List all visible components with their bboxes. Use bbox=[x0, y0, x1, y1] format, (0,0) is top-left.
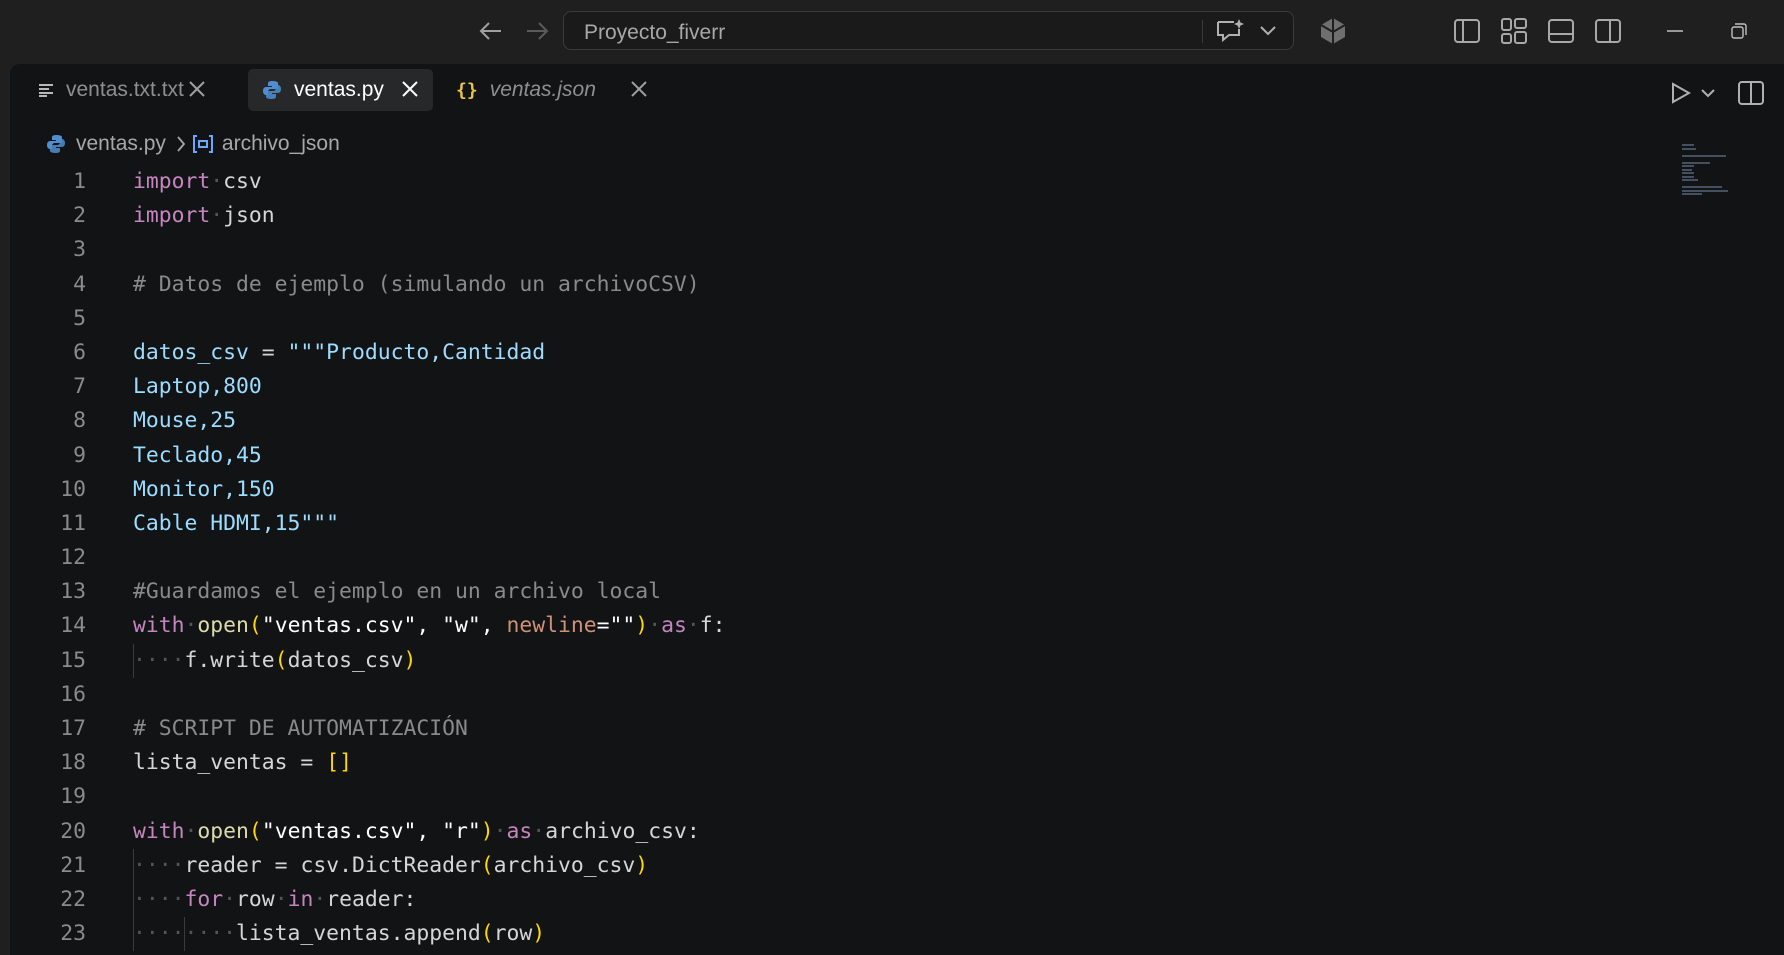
line-number: 12 bbox=[60, 545, 86, 571]
line-number: 14 bbox=[60, 613, 86, 639]
tab-label: ventas.py bbox=[294, 78, 384, 101]
line-number: 11 bbox=[60, 510, 86, 536]
line-number: 23 bbox=[60, 921, 86, 947]
code-line: 15 ····f.write(datos_csv) bbox=[10, 643, 1650, 678]
chat-sparkle-icon[interactable] bbox=[1214, 17, 1246, 45]
json-icon: {} bbox=[456, 79, 478, 101]
code-line: 11 Cable HDMI,15""" bbox=[10, 507, 1650, 541]
variable-icon bbox=[192, 134, 214, 154]
line-number: 19 bbox=[60, 784, 86, 810]
code-line: 2 import·json bbox=[10, 199, 1650, 233]
line-number: 18 bbox=[60, 750, 86, 776]
comment: # Datos de ejemplo (simulando un archivo… bbox=[133, 271, 700, 297]
minimap[interactable] bbox=[1682, 144, 1742, 204]
code-line: 18 lista_ventas = [] bbox=[10, 746, 1650, 780]
comment: #Guardamos el ejemplo en un archivo loca… bbox=[133, 579, 662, 605]
code-line: 22 ····for·row·in·reader: bbox=[10, 882, 1650, 918]
comment: # SCRIPT DE AUTOMATIZACIÓN bbox=[133, 716, 468, 741]
run-icon[interactable] bbox=[1666, 78, 1696, 108]
line-number: 20 bbox=[60, 818, 86, 844]
breadcrumb-file[interactable]: ventas.py bbox=[76, 132, 166, 156]
line-number: 8 bbox=[73, 408, 86, 434]
code-line: 13 #Guardamos el ejemplo en un archivo lo… bbox=[10, 575, 1650, 609]
close-icon[interactable] bbox=[186, 78, 208, 106]
title-bar: Proyecto_fiverr bbox=[0, 0, 1784, 62]
code-line: 3 bbox=[10, 233, 1650, 267]
chevron-down-icon[interactable] bbox=[1256, 20, 1280, 42]
code-line: 5 bbox=[10, 302, 1650, 336]
tab-ventas-py[interactable]: ventas.py bbox=[248, 69, 433, 111]
line-number: 17 bbox=[60, 716, 86, 741]
code-line: 7 Laptop,800 bbox=[10, 370, 1650, 404]
tab-label: ventas.txt.txt bbox=[66, 78, 184, 101]
toggle-primary-sidebar-icon[interactable] bbox=[1452, 16, 1482, 46]
close-icon[interactable] bbox=[399, 78, 421, 106]
copilot-icon[interactable] bbox=[1316, 14, 1350, 48]
breadcrumb: ventas.py archivo_json bbox=[46, 129, 340, 159]
line-number: 13 bbox=[60, 579, 86, 605]
divider bbox=[1202, 20, 1203, 43]
line-number: 22 bbox=[60, 886, 86, 912]
line-number: 5 bbox=[73, 305, 86, 331]
text-file-icon bbox=[38, 83, 54, 97]
code-line: 10 Monitor,150 bbox=[10, 473, 1650, 507]
editor-area: ventas.txt.txt ventas.py {} ventas.json bbox=[10, 64, 1784, 955]
line-number: 10 bbox=[60, 476, 86, 502]
code-line: 20 with·open("ventas.csv", "r")·as·archiv… bbox=[10, 815, 1650, 849]
restore-icon[interactable] bbox=[1724, 16, 1754, 46]
split-editor-icon[interactable] bbox=[1736, 78, 1766, 108]
line-number: 3 bbox=[73, 237, 86, 263]
code-line: 12 bbox=[10, 541, 1650, 575]
tab-label: ventas.json bbox=[489, 78, 596, 101]
code-line: 21 ····reader = csv.DictReader(archivo_cs… bbox=[10, 848, 1650, 883]
code-line: 19 bbox=[10, 780, 1650, 814]
customize-layout-icon[interactable] bbox=[1499, 16, 1529, 46]
chevron-right-icon bbox=[176, 136, 186, 152]
code-line: 16 bbox=[10, 678, 1650, 712]
line-number: 1 bbox=[73, 169, 86, 194]
toggle-secondary-sidebar-icon[interactable] bbox=[1593, 16, 1623, 46]
tab-ventas-txt[interactable]: ventas.txt.txt bbox=[24, 69, 220, 111]
command-center-text: Proyecto_fiverr bbox=[584, 21, 726, 44]
close-icon[interactable] bbox=[628, 78, 650, 106]
toggle-panel-icon[interactable] bbox=[1546, 16, 1576, 46]
chevron-down-icon[interactable] bbox=[1698, 82, 1718, 104]
line-number: 21 bbox=[60, 852, 86, 878]
line-number: 6 bbox=[73, 339, 86, 365]
code-line: 4 # Datos de ejemplo (simulando un archiv… bbox=[10, 268, 1650, 302]
line-number: 2 bbox=[73, 203, 86, 229]
line-number: 7 bbox=[73, 374, 86, 400]
python-icon bbox=[46, 134, 66, 154]
code-line: 6 datos_csv = """Producto,Cantidad bbox=[10, 336, 1650, 370]
line-number: 4 bbox=[73, 271, 86, 297]
minimize-icon[interactable] bbox=[1660, 16, 1690, 46]
line-number: 16 bbox=[60, 681, 86, 707]
arrow-right-icon[interactable] bbox=[522, 16, 552, 46]
code-editor[interactable]: 1 import·csv 2 import·json 3 4 # Datos de e… bbox=[10, 165, 1650, 952]
code-line: 9 Teclado,45 bbox=[10, 439, 1650, 473]
breadcrumb-symbol[interactable]: archivo_json bbox=[222, 132, 340, 156]
tab-ventas-json[interactable]: {} ventas.json bbox=[442, 69, 662, 111]
command-center-search[interactable]: Proyecto_fiverr bbox=[563, 11, 1294, 50]
code-line: 23 ········lista_ventas.append(row) bbox=[10, 917, 1650, 952]
arrow-left-icon[interactable] bbox=[476, 16, 506, 46]
code-line: 1 import·csv bbox=[10, 165, 1650, 199]
code-line: 14 with·open("ventas.csv", "w", newline="… bbox=[10, 609, 1650, 643]
python-icon bbox=[262, 80, 282, 100]
code-line: 8 Mouse,25 bbox=[10, 404, 1650, 438]
code-line: 17 # SCRIPT DE AUTOMATIZACIÓN bbox=[10, 712, 1650, 746]
line-number: 15 bbox=[60, 647, 86, 673]
line-number: 9 bbox=[73, 442, 86, 468]
